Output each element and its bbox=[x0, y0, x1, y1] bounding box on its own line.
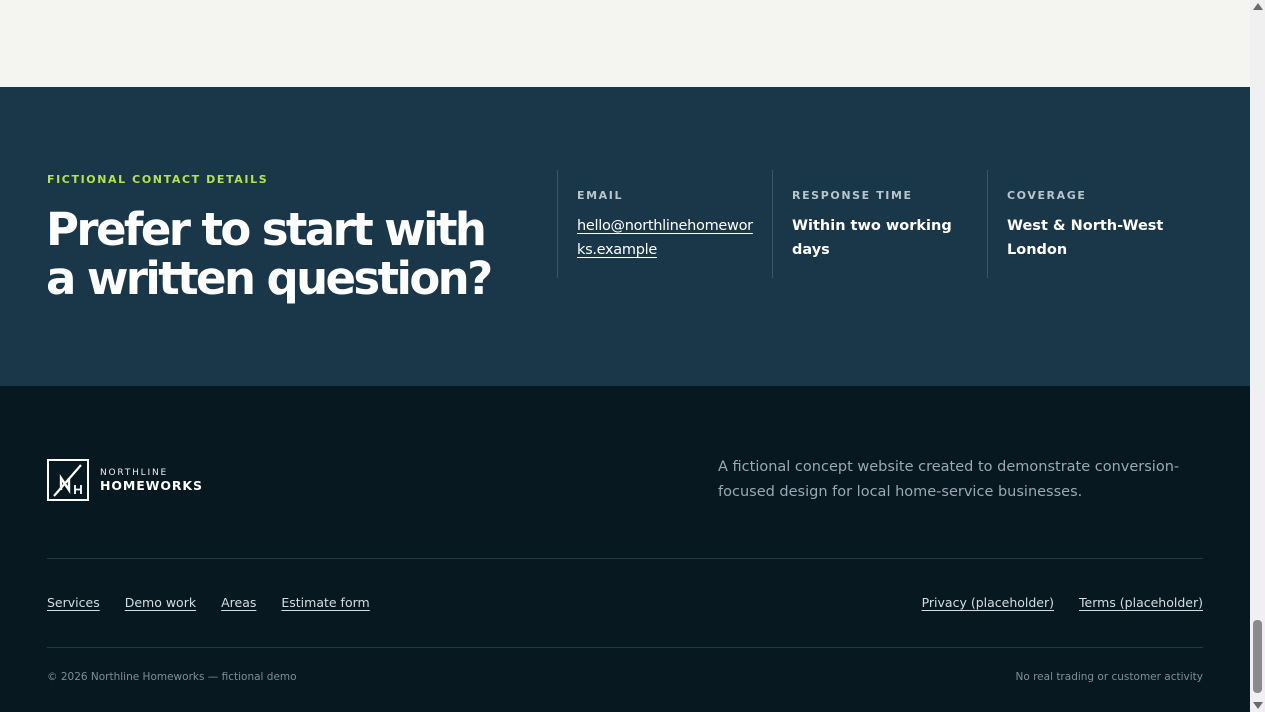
email-label: EMAIL bbox=[577, 189, 624, 202]
coverage-value: West & North-West London bbox=[1007, 218, 1164, 258]
email-detail: EMAIL hello@northlinehomeworks.example bbox=[557, 170, 772, 278]
footer-divider-bottom bbox=[47, 647, 1203, 648]
coverage-label: COVERAGE bbox=[1007, 189, 1087, 202]
logo-wordmark-bottom: HOMEWORKS bbox=[100, 477, 203, 493]
footer-link-services[interactable]: Services bbox=[47, 595, 100, 610]
footer-link-demo-work[interactable]: Demo work bbox=[125, 595, 196, 610]
footer-disclaimer: No real trading or customer activity bbox=[1015, 671, 1203, 683]
response-time-label: RESPONSE TIME bbox=[792, 189, 913, 202]
scroll-up-arrow-icon[interactable] bbox=[1253, 3, 1263, 10]
footer-nav-legal: Privacy (placeholder) Terms (placeholder… bbox=[922, 595, 1203, 610]
footer-divider-top bbox=[47, 558, 1203, 559]
contact-headline: Prefer to start with a written question? bbox=[46, 203, 493, 305]
footer-link-terms[interactable]: Terms (placeholder) bbox=[1079, 595, 1203, 610]
response-time-detail: RESPONSE TIME Within two working days bbox=[772, 170, 987, 278]
response-time-value: Within two working days bbox=[792, 218, 952, 258]
footer-link-areas[interactable]: Areas bbox=[221, 595, 256, 610]
contact-eyebrow: FICTIONAL CONTACT DETAILS bbox=[47, 173, 269, 186]
scrollbar-thumb[interactable] bbox=[1253, 620, 1262, 693]
previous-section-bottom bbox=[0, 0, 1250, 87]
email-link[interactable]: hello@northlinehomeworks.example bbox=[577, 214, 755, 262]
footer-copyright: © 2026 Northline Homeworks — fictional d… bbox=[47, 671, 297, 683]
scroll-down-arrow-icon[interactable] bbox=[1253, 702, 1263, 709]
logo-wordmark: NORTHLINE HOMEWORKS bbox=[100, 468, 203, 493]
logo-wordmark-top: NORTHLINE bbox=[100, 467, 168, 478]
site-footer: NORTHLINE HOMEWORKS A fictional concept … bbox=[0, 386, 1250, 712]
page: FICTIONAL CONTACT DETAILS Prefer to star… bbox=[0, 0, 1250, 712]
contact-section: FICTIONAL CONTACT DETAILS Prefer to star… bbox=[0, 87, 1250, 386]
footer-tagline: A fictional concept website created to d… bbox=[718, 459, 1180, 500]
coverage-detail: COVERAGE West & North-West London bbox=[987, 170, 1202, 278]
footer-link-privacy[interactable]: Privacy (placeholder) bbox=[922, 595, 1054, 610]
footer-link-estimate-form[interactable]: Estimate form bbox=[281, 595, 369, 610]
northline-logo-icon bbox=[47, 459, 89, 501]
footer-logo[interactable]: NORTHLINE HOMEWORKS bbox=[47, 459, 203, 501]
footer-nav-primary: Services Demo work Areas Estimate form bbox=[47, 595, 370, 610]
vertical-scrollbar[interactable] bbox=[1250, 0, 1265, 712]
